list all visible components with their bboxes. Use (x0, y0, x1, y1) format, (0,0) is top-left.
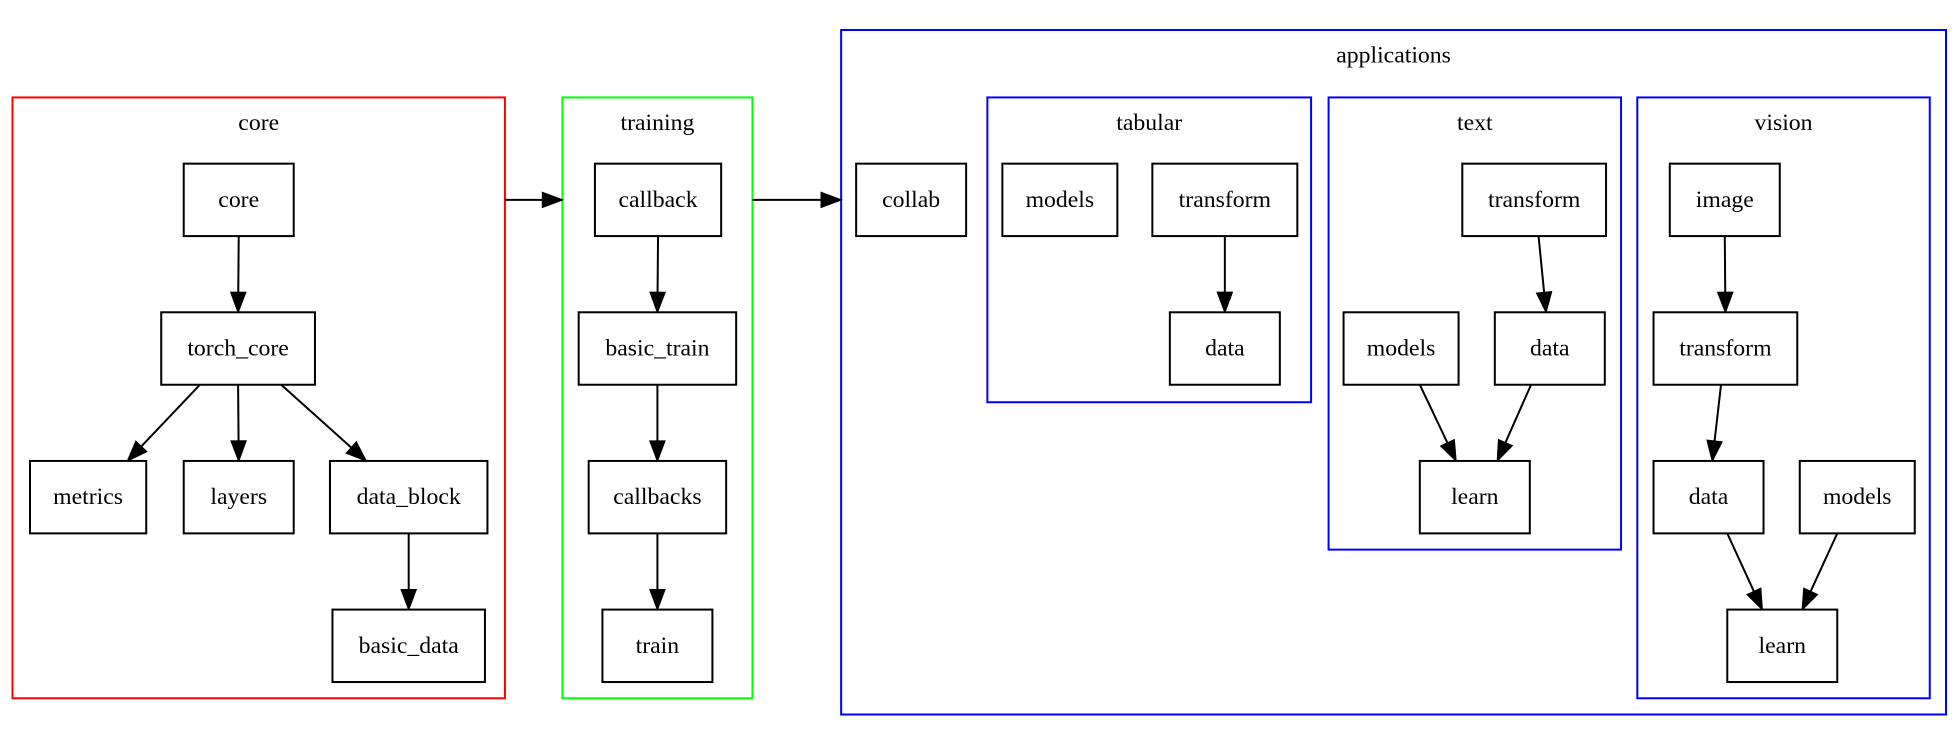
edge-line (1809, 532, 1839, 592)
cluster-tabular-label: tabular (1116, 110, 1182, 136)
edge-text-transform-to-text-data (1535, 235, 1553, 315)
node-core-basic-data[interactable]: basic_data (331, 608, 486, 684)
edge-cluster-core-to-cluster-training (504, 191, 565, 209)
edge-text-data-to-text-learn (1496, 384, 1532, 463)
node-label: data_block (357, 484, 461, 510)
module-dependency-diagram: core training applications tabular text visio… (11, 28, 1948, 716)
edge-line (140, 384, 201, 448)
arrowhead-icon (1716, 291, 1734, 315)
node-label: learn (1759, 633, 1807, 659)
node-vision-learn[interactable]: learn (1726, 608, 1839, 684)
cluster-core-label: core (238, 110, 279, 136)
arrowhead-icon (400, 588, 418, 612)
edge-vision-models-to-vision-learn (1801, 532, 1839, 612)
node-vision-transform[interactable]: transform (1652, 311, 1799, 386)
node-label: data (1689, 484, 1729, 510)
edge-line (280, 383, 352, 449)
edge-training-callbacks-to-training-train (649, 533, 666, 612)
node-vision-image[interactable]: image (1668, 162, 1781, 238)
node-label: core (218, 187, 259, 213)
node-label: basic_data (359, 633, 460, 659)
node-vision-models[interactable]: models (1798, 459, 1916, 535)
arrowhead-icon (1439, 438, 1457, 463)
node-label: callbacks (613, 484, 701, 510)
edges-layer (126, 191, 1839, 612)
edge-tabular-transform-to-tabular-data (1216, 236, 1234, 315)
edge-core-core-to-core-torch-core (229, 236, 247, 315)
node-label: callback (618, 187, 697, 213)
edge-core-torch-core-to-core-data-block (280, 383, 368, 463)
node-tabular-data[interactable]: data (1168, 311, 1281, 386)
edge-line (1726, 532, 1755, 592)
node-tabular-transform[interactable]: transform (1151, 162, 1299, 238)
node-vision-data[interactable]: data (1652, 459, 1765, 535)
edge-vision-data-to-vision-learn (1726, 532, 1764, 612)
nodes-layer: coretorch_coremetrics layers data_blockbas… (28, 162, 1916, 684)
node-app-collab[interactable]: collab (855, 162, 968, 238)
edge-text-models-to-text-learn (1418, 384, 1457, 463)
arrowhead-icon (541, 191, 565, 209)
node-label: models (1367, 336, 1436, 362)
arrowhead-icon (1535, 290, 1553, 315)
arrowhead-icon (649, 291, 666, 315)
node-label: transform (1488, 187, 1581, 213)
node-label: basic_train (605, 336, 709, 362)
edge-line (1713, 384, 1723, 442)
node-label: data (1530, 336, 1570, 362)
node-label: transform (1679, 336, 1772, 362)
node-label: train (636, 633, 680, 659)
edge-vision-image-to-vision-transform (1716, 236, 1734, 315)
node-core-core[interactable]: core (182, 162, 295, 238)
cluster-training-label: training (620, 110, 694, 136)
arrowhead-icon (649, 588, 666, 612)
arrowhead-icon (1216, 291, 1234, 315)
node-label: torch_core (187, 336, 289, 362)
arrowhead-icon (649, 440, 666, 463)
edge-core-torch-core-to-core-metrics (126, 384, 201, 463)
edge-training-callback-to-training-basic-train (649, 236, 666, 315)
arrowhead-icon (820, 191, 843, 209)
arrowhead-icon (230, 440, 247, 463)
node-label: layers (210, 484, 267, 510)
node-training-callbacks[interactable]: callbacks (587, 459, 728, 535)
node-label: models (1823, 484, 1892, 510)
edge-vision-transform-to-vision-data (1706, 384, 1723, 463)
node-label: collab (882, 187, 940, 213)
cluster-applications-label: applications (1336, 42, 1451, 68)
node-label: transform (1179, 187, 1272, 213)
node-text-models[interactable]: models (1342, 311, 1460, 386)
node-label: metrics (53, 484, 123, 510)
node-training-train[interactable]: train (601, 608, 714, 684)
edge-cluster-training-to-cluster-applications (752, 191, 843, 209)
edge-line (1504, 384, 1532, 444)
node-label: image (1696, 187, 1754, 213)
node-text-learn[interactable]: learn (1418, 459, 1531, 535)
node-core-data-block[interactable]: data_block (328, 459, 489, 535)
node-training-callback[interactable]: callback (593, 162, 723, 238)
edge-line (1418, 384, 1449, 444)
edge-line (1537, 235, 1546, 293)
arrowhead-icon (229, 291, 247, 315)
node-label: data (1205, 336, 1245, 362)
node-training-basic-train[interactable]: basic_train (577, 311, 738, 386)
edge-core-data-block-to-core-basic-data (400, 533, 418, 612)
node-label: models (1026, 187, 1095, 213)
node-label: learn (1451, 484, 1499, 510)
node-core-torch-core[interactable]: torch_core (160, 311, 316, 386)
node-text-transform[interactable]: transform (1461, 162, 1608, 238)
node-core-metrics[interactable]: metrics (28, 459, 148, 535)
arrowhead-icon (1746, 587, 1764, 612)
node-core-layers[interactable]: layers (182, 459, 295, 535)
edge-core-torch-core-to-core-layers (230, 384, 247, 463)
cluster-vision-label: vision (1754, 110, 1812, 136)
arrowhead-icon (1706, 439, 1723, 463)
node-text-data[interactable]: data (1493, 311, 1606, 386)
cluster-text-label: text (1457, 110, 1493, 136)
arrowhead-icon (1496, 438, 1514, 463)
edge-training-basic-train-to-training-callbacks (649, 384, 666, 463)
node-tabular-models[interactable]: models (1001, 162, 1119, 238)
arrowhead-icon (1801, 587, 1819, 612)
